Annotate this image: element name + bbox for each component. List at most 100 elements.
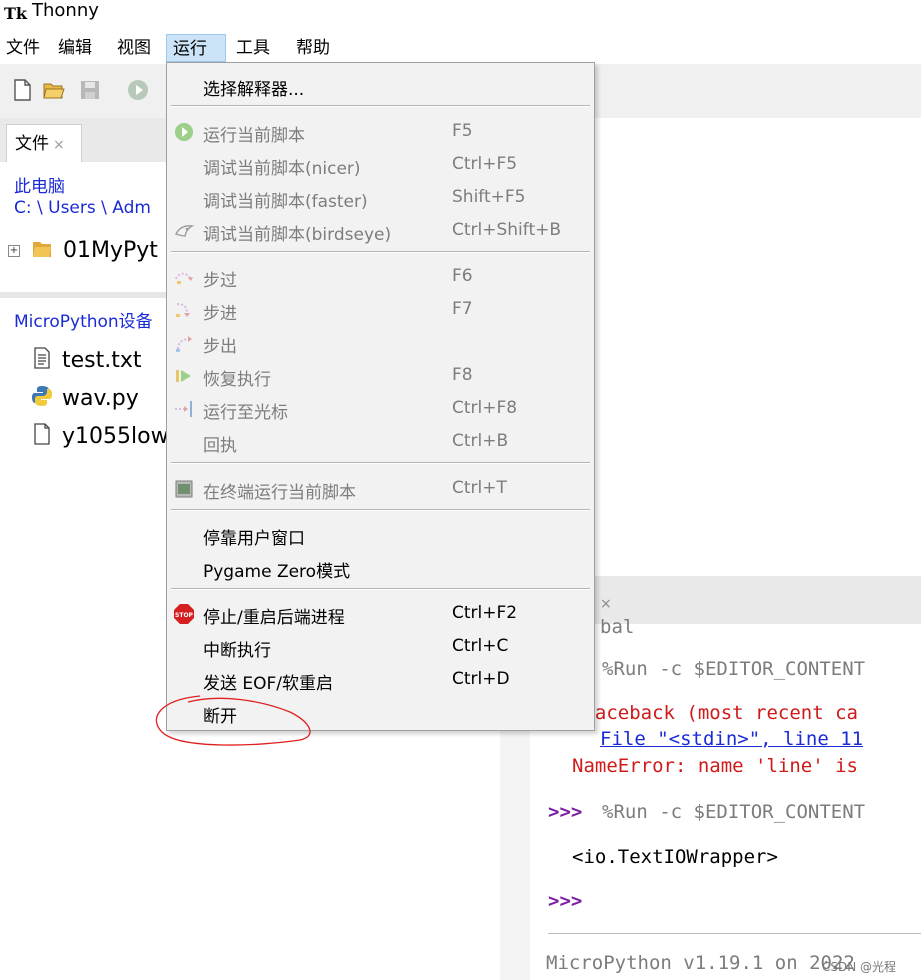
- menu-item-shortcut: Ctrl+Shift+B: [452, 220, 562, 240]
- menu-item-run-script[interactable]: 运行当前脚本 F5: [167, 115, 594, 147]
- menu-help[interactable]: 帮助: [290, 34, 336, 62]
- list-item[interactable]: wav.py: [30, 384, 139, 411]
- menu-item-interrupt[interactable]: 中断执行 Ctrl+C: [167, 630, 594, 662]
- menu-item-debug-faster[interactable]: 调试当前脚本(faster) Shift+F5: [167, 181, 594, 213]
- shell-panel[interactable]: bal %Run -c $EDITOR_CONTENT Traceback (m…: [540, 616, 921, 980]
- menu-item-shortcut: Ctrl+F2: [452, 603, 518, 623]
- menu-item-shortcut: F6: [452, 266, 473, 286]
- menu-item-label: 恢复执行: [203, 370, 271, 390]
- folder-item[interactable]: 01MyPyt: [63, 238, 158, 263]
- menu-item-step-over[interactable]: 步过 F6: [167, 260, 594, 292]
- menu-separator: [171, 509, 590, 511]
- menu-item-label: 调试当前脚本(birdseye): [203, 225, 392, 245]
- file-name: y1055low: [62, 424, 169, 449]
- menu-item-label: 步出: [203, 337, 237, 357]
- thonny-logo-icon: Tk: [4, 4, 27, 23]
- this-pc-link[interactable]: 此电脑: [14, 172, 65, 197]
- save-icon[interactable]: [78, 78, 102, 102]
- birdseye-icon: [175, 225, 195, 237]
- new-file-icon[interactable]: [10, 78, 34, 102]
- shell-command-line: %Run -c $EDITOR_CONTENT: [602, 801, 866, 823]
- error-line: NameError: name 'line' is: [572, 755, 858, 777]
- title-bar: Tk Thonny: [0, 0, 921, 30]
- menu-file[interactable]: 文件: [0, 34, 46, 62]
- shell-prompt: >>>: [548, 890, 583, 912]
- file-name: test.txt: [62, 348, 142, 373]
- python-file-icon: [32, 386, 52, 406]
- menu-item-label: 选择解释器...: [203, 80, 305, 100]
- menu-item-shortcut: F7: [452, 299, 473, 319]
- tab-files-label: 文件: [15, 134, 49, 154]
- close-icon[interactable]: ×: [53, 137, 65, 153]
- menu-item-label: 步过: [203, 271, 237, 291]
- menu-item-shortcut: Ctrl+B: [452, 431, 509, 451]
- menu-item-label: 停靠用户窗口: [203, 529, 305, 549]
- close-icon[interactable]: ×: [600, 596, 612, 612]
- svg-text:STOP: STOP: [175, 612, 194, 619]
- run-icon: [175, 123, 193, 141]
- menu-item-shortcut: Ctrl+D: [452, 669, 510, 689]
- menu-item-debug-birdseye[interactable]: 调试当前脚本(birdseye) Ctrl+Shift+B: [167, 214, 594, 246]
- open-folder-icon[interactable]: [42, 78, 66, 102]
- menu-item-label: 调试当前脚本(faster): [203, 192, 368, 212]
- menu-item-label: 中断执行: [203, 641, 271, 661]
- shell-command-line: %Run -c $EDITOR_CONTENT: [602, 658, 866, 680]
- micropython-device-title[interactable]: MicroPython设备: [14, 307, 153, 332]
- menu-bar: 文件 编辑 视图 运行 工具 帮助: [0, 34, 921, 62]
- menu-item-step-out[interactable]: 步出: [167, 326, 594, 358]
- menu-item-label: 停止/重启后端进程: [203, 608, 345, 628]
- expand-icon[interactable]: +: [8, 245, 20, 257]
- list-item[interactable]: test.txt: [30, 346, 142, 373]
- editor-area[interactable]: [595, 118, 921, 576]
- tab-files[interactable]: 文件 ×: [6, 124, 82, 162]
- folder-icon: [33, 242, 51, 257]
- menu-item-run-in-terminal[interactable]: 在终端运行当前脚本 Ctrl+T: [167, 472, 594, 504]
- shell-prompt: >>>: [548, 801, 583, 823]
- run-button-icon[interactable]: [126, 78, 150, 102]
- menu-item-shortcut: Ctrl+F5: [452, 154, 518, 174]
- window-title: Thonny: [32, 0, 99, 21]
- menu-tools[interactable]: 工具: [230, 34, 276, 62]
- shell-banner: MicroPython v1.19.1 on 2022: [546, 952, 855, 974]
- menu-item-shortcut: Ctrl+T: [452, 478, 507, 498]
- divider: [548, 933, 921, 934]
- menu-item-shortcut: Ctrl+C: [452, 636, 509, 656]
- traceback-file-link[interactable]: File "<stdin>", line 11: [600, 728, 863, 750]
- menu-view[interactable]: 视图: [111, 34, 157, 62]
- pane-gap: [500, 730, 530, 980]
- menu-item-shortcut: F5: [452, 121, 473, 141]
- run-menu-dropdown: 选择解释器... 运行当前脚本 F5 调试当前脚本(nicer) Ctrl+F5…: [166, 62, 595, 731]
- text-file-icon: [34, 347, 50, 369]
- watermark: CSDN @光程: [822, 960, 897, 974]
- menu-item-step-back[interactable]: 回执 Ctrl+B: [167, 425, 594, 457]
- menu-item-run-to-cursor[interactable]: 运行至光标 Ctrl+F8: [167, 392, 594, 424]
- menu-item-select-interpreter[interactable]: 选择解释器...: [167, 69, 594, 101]
- terminal-icon: [175, 480, 193, 498]
- menu-run[interactable]: 运行: [166, 34, 226, 62]
- resume-icon: [176, 370, 191, 382]
- menu-separator: [171, 105, 590, 107]
- menu-edit[interactable]: 编辑: [52, 34, 98, 62]
- list-item[interactable]: y1055low: [30, 422, 169, 449]
- menu-item-shortcut: Shift+F5: [452, 187, 526, 207]
- step-out-icon: [176, 336, 192, 352]
- path-breadcrumb[interactable]: C: \ Users \ Adm: [14, 198, 151, 218]
- menu-separator: [171, 251, 590, 253]
- menu-item-dock-user-windows[interactable]: 停靠用户窗口: [167, 518, 594, 550]
- menu-item-pygame-zero-mode[interactable]: Pygame Zero模式: [167, 551, 594, 583]
- shell-output-line: <io.TextIOWrapper>: [572, 846, 778, 868]
- stop-icon: STOP: [174, 604, 194, 624]
- annotation-ellipse: [155, 695, 311, 746]
- menu-item-stop-restart-backend[interactable]: STOP 停止/重启后端进程 Ctrl+F2: [167, 597, 594, 629]
- menu-item-label: 运行至光标: [203, 403, 288, 423]
- step-over-icon: [175, 272, 193, 284]
- menu-item-label: 回执: [203, 436, 237, 456]
- menu-item-label: 在终端运行当前脚本: [203, 483, 356, 503]
- step-into-icon: [176, 303, 190, 317]
- traceback-line: Traceback (most recent ca: [572, 702, 858, 724]
- menu-item-debug-nicer[interactable]: 调试当前脚本(nicer) Ctrl+F5: [167, 148, 594, 180]
- menu-separator: [171, 462, 590, 464]
- menu-item-step-into[interactable]: 步进 F7: [167, 293, 594, 325]
- this-pc-panel: 此电脑 C: \ Users \ Adm: [0, 162, 166, 292]
- menu-item-resume[interactable]: 恢复执行 F8: [167, 359, 594, 391]
